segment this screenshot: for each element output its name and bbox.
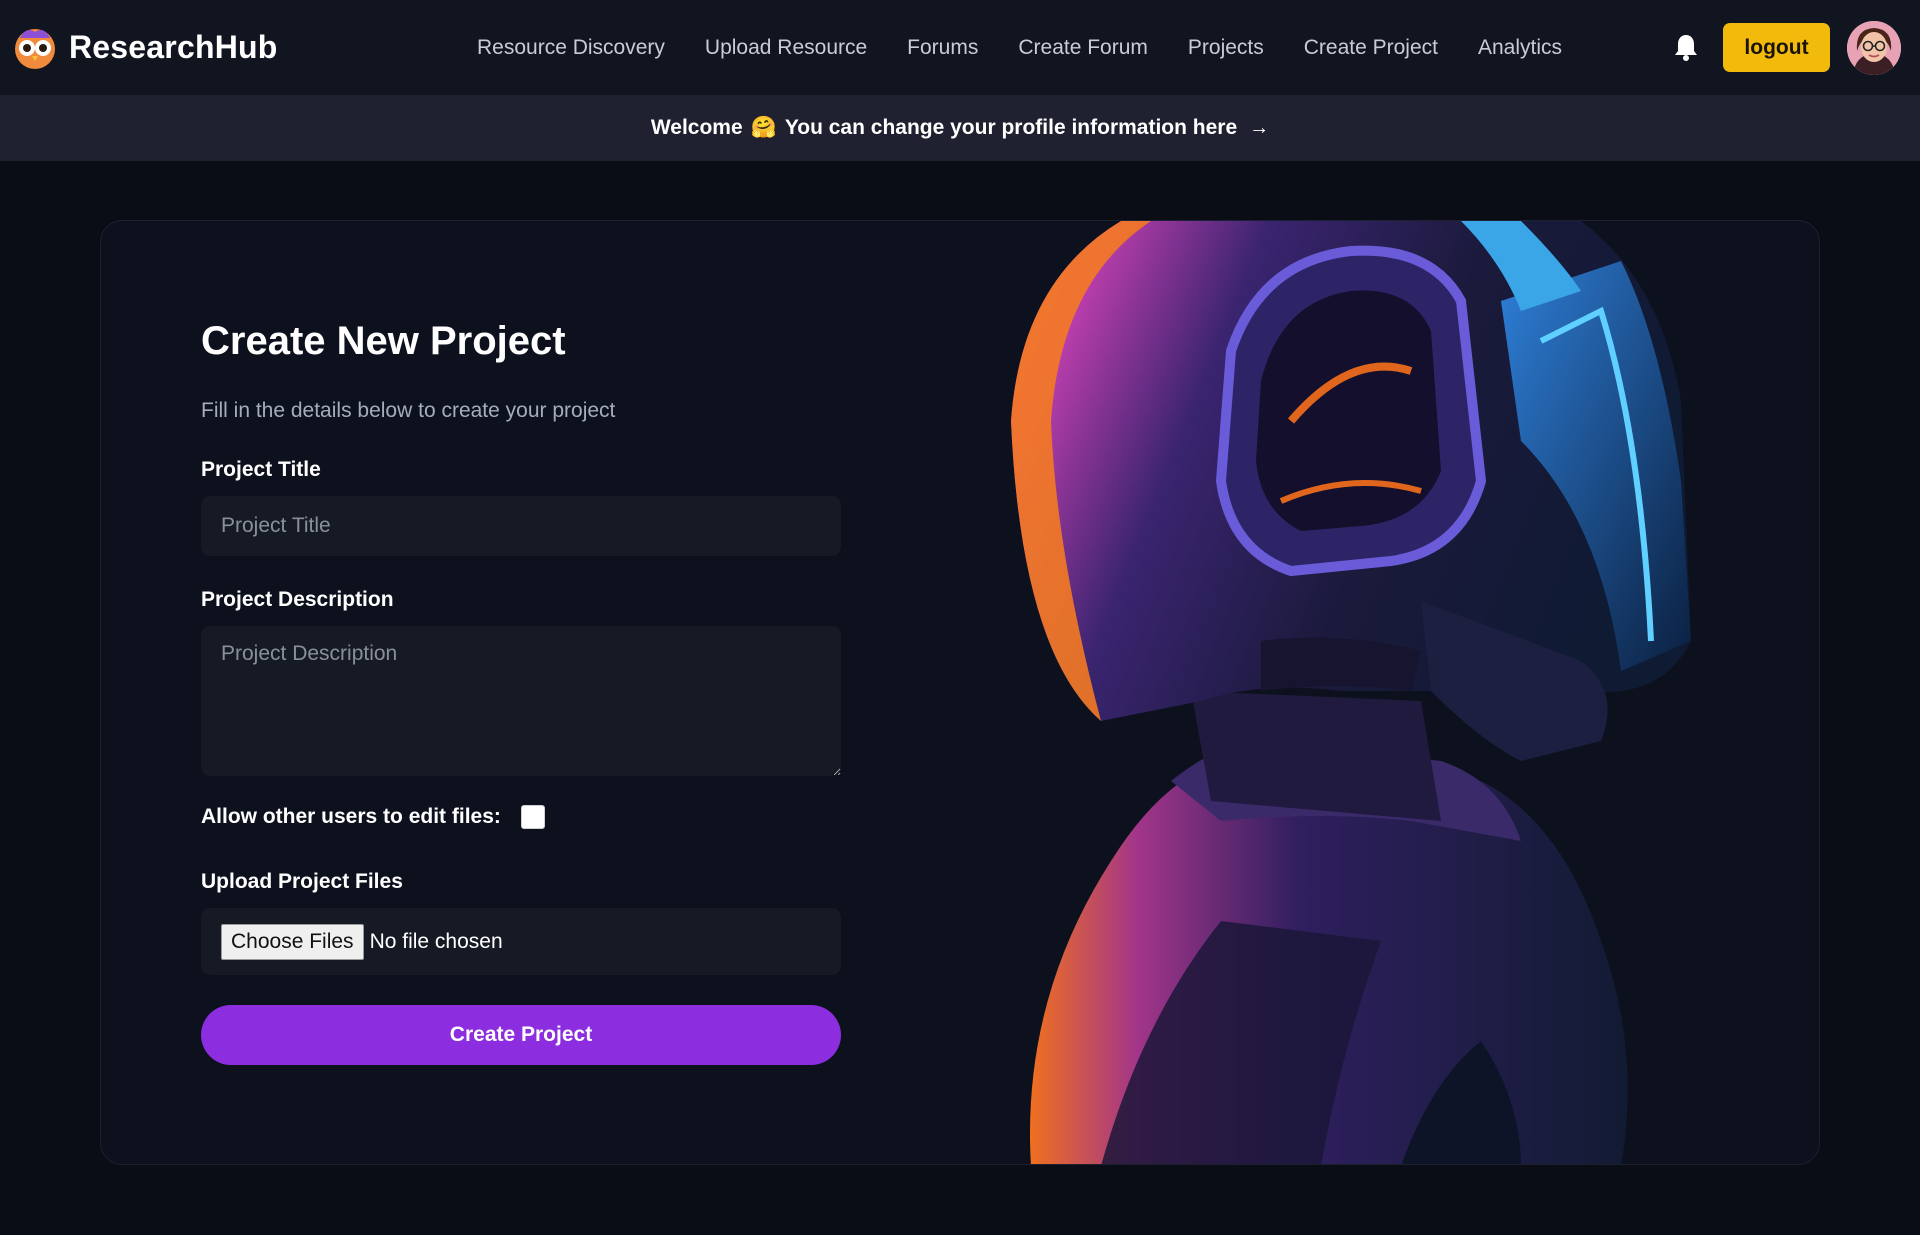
create-project-button[interactable]: Create Project [201, 1005, 841, 1065]
file-upload-field[interactable]: Choose Files No file chosen [201, 908, 841, 975]
welcome-banner[interactable]: Welcome 🤗 You can change your profile in… [0, 95, 1920, 161]
nav-analytics[interactable]: Analytics [1478, 36, 1562, 60]
top-navbar: ResearchHub Resource Discovery Upload Re… [0, 0, 1920, 95]
brand-name: ResearchHub [69, 28, 278, 65]
choose-files-button[interactable]: Choose Files [221, 923, 364, 960]
nav-projects[interactable]: Projects [1188, 36, 1264, 60]
nav-create-forum[interactable]: Create Forum [1018, 36, 1148, 60]
allow-edit-checkbox[interactable] [520, 805, 545, 829]
bell-icon[interactable] [1673, 33, 1699, 61]
allow-edit-label: Allow other users to edit files: [201, 805, 501, 828]
page-subtitle: Fill in the details below to create your… [201, 399, 616, 422]
brand[interactable]: ResearchHub [12, 24, 278, 70]
owl-logo-icon [15, 29, 55, 69]
arrow-right-icon: → [1249, 116, 1270, 139]
banner-message: You can change your profile information … [784, 116, 1238, 139]
page-title: Create New Project [201, 319, 566, 363]
project-description-label: Project Description [201, 588, 394, 611]
project-title-input[interactable] [201, 496, 841, 556]
file-status: No file chosen [369, 929, 503, 953]
create-project-card: Create New Project Fill in the details b… [100, 220, 1820, 1165]
allow-edit-row: Allow other users to edit files: [201, 805, 545, 829]
project-title-label: Project Title [201, 458, 321, 481]
upload-files-label: Upload Project Files [201, 870, 403, 893]
nav-forums[interactable]: Forums [907, 36, 978, 60]
user-avatar-icon [1847, 21, 1901, 75]
logout-button[interactable]: logout [1723, 23, 1830, 72]
helmet-figure-illustration [1011, 221, 1691, 1164]
avatar[interactable] [1847, 21, 1901, 75]
hugging-emoji-icon: 🤗 [750, 116, 777, 139]
project-description-input[interactable] [201, 626, 841, 776]
banner-welcome: Welcome [650, 116, 743, 139]
nav-resource-discovery[interactable]: Resource Discovery [477, 36, 665, 60]
nav-upload-resource[interactable]: Upload Resource [705, 36, 867, 60]
nav-create-project[interactable]: Create Project [1304, 36, 1438, 60]
nav-links: Resource Discovery Upload Resource Forum… [477, 0, 1602, 95]
